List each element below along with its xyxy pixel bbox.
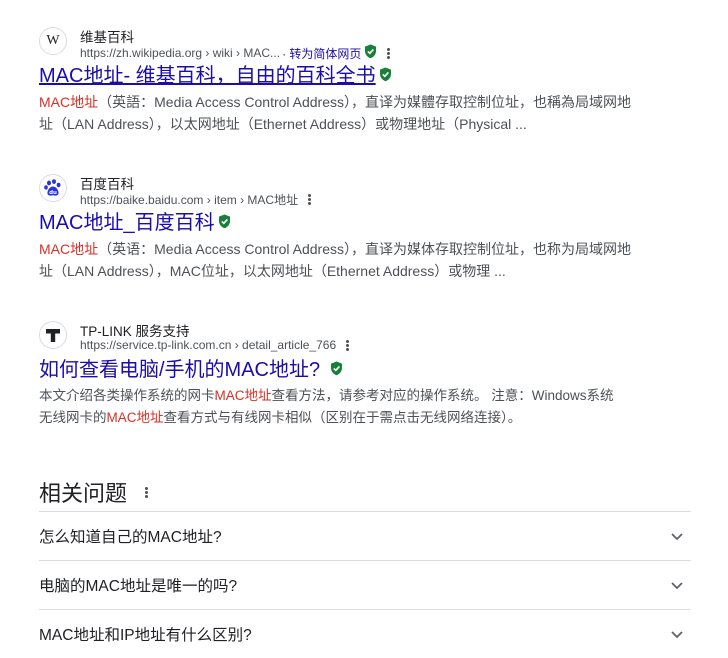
verified-shield-icon <box>379 63 392 89</box>
snippet-highlight: MAC地址 <box>214 388 272 403</box>
baidu-paw-icon: du <box>39 174 67 202</box>
url-breadcrumb: https://service.tp-link.com.cn › detail_… <box>80 338 337 352</box>
verified-shield-icon <box>330 357 343 383</box>
result-source: W 维基百科 https://zh.wikipedia.org › wiki ›… <box>39 27 649 61</box>
url-breadcrumb: https://baike.baidu.com › item › MAC地址 <box>80 193 299 207</box>
result-source: du 百度百科 https://baike.baidu.com › item ›… <box>39 174 649 208</box>
result-title: MAC地址_百度百科 <box>39 210 649 236</box>
site-url: https://service.tp-link.com.cn › detail_… <box>80 338 350 352</box>
snippet-text: （英語：Media Access Control Address），直译为媒體存… <box>98 94 631 110</box>
more-options-icon[interactable] <box>145 486 149 498</box>
question-text: 怎么知道自己的MAC地址? <box>39 529 222 546</box>
snippet-text: 无线网卡的 <box>39 410 107 425</box>
question-text: MAC地址和IP地址有什么区别? <box>39 627 252 644</box>
question-text: 电脑的MAC地址是唯一的吗? <box>39 578 238 595</box>
verified-shield-icon <box>364 44 377 62</box>
site-name: 百度百科 <box>80 177 134 192</box>
site-name: 维基百科 <box>80 30 134 45</box>
result-source: TP-LINK 服务支持 https://service.tp-link.com… <box>39 321 649 355</box>
more-options-icon[interactable] <box>387 47 391 59</box>
svg-text:du: du <box>49 190 57 196</box>
snippet-highlight: MAC地址 <box>39 94 99 110</box>
tplink-icon <box>39 321 67 349</box>
search-result-baidu: du 百度百科 https://baike.baidu.com › item ›… <box>39 174 649 282</box>
snippet-text: 查看方法，请参考对应的操作系统。 注意：Windows系统 <box>271 388 614 403</box>
snippet-text: （英语：Media Access Control Address），直译为媒体存… <box>98 241 631 257</box>
chevron-down-icon <box>671 582 683 590</box>
result-title: MAC地址- 维基百科，自由的百科全书 <box>39 63 649 89</box>
related-question[interactable]: MAC地址和IP地址有什么区别? <box>39 609 691 658</box>
result-snippet: MAC地址（英語：Media Access Control Address），直… <box>39 91 649 135</box>
related-questions: 相关问题 怎么知道自己的MAC地址? 电脑的MAC地址是唯一的吗? MAC地址和… <box>39 474 691 658</box>
result-title-link[interactable]: 如何查看电脑/手机的MAC地址? <box>39 357 320 383</box>
site-url: https://zh.wikipedia.org › wiki › MAC...… <box>80 44 391 62</box>
verified-shield-icon <box>218 210 231 236</box>
snippet-text: 址（LAN Address），MAC位址，以太网地址（Ethernet Addr… <box>39 263 506 279</box>
url-breadcrumb: https://zh.wikipedia.org › wiki › MAC... <box>80 46 281 60</box>
more-options-icon[interactable] <box>308 194 312 205</box>
more-options-icon[interactable] <box>346 339 350 351</box>
chevron-down-icon <box>671 631 683 639</box>
snippet-text: 本文介绍各类操作系统的网卡 <box>39 388 215 403</box>
wikipedia-icon: W <box>39 27 67 55</box>
snippet-highlight: MAC地址 <box>39 241 99 257</box>
snippet-highlight: MAC地址 <box>106 410 164 425</box>
translate-link[interactable]: · 转为简体网页 <box>282 45 361 62</box>
site-name: TP-LINK 服务支持 <box>80 324 190 339</box>
snippet-text: 址（LAN Address），以太网地址（Ethernet Address）或物… <box>39 116 527 132</box>
result-title: 如何查看电脑/手机的MAC地址? <box>39 357 649 383</box>
related-question[interactable]: 电脑的MAC地址是唯一的吗? <box>39 560 691 609</box>
related-questions-header: 相关问题 <box>39 474 691 510</box>
result-snippet: 本文介绍各类操作系统的网卡MAC地址查看方法，请参考对应的操作系统。 注意：Wi… <box>39 385 649 429</box>
site-url: https://baike.baidu.com › item › MAC地址 <box>80 191 312 208</box>
snippet-text: 查看方式与有线网卡相似（区别在于需点击无线网络连接）。 <box>163 410 522 425</box>
result-snippet: MAC地址（英语：Media Access Control Address），直… <box>39 238 649 282</box>
search-result-wikipedia: W 维基百科 https://zh.wikipedia.org › wiki ›… <box>39 27 649 135</box>
result-title-link[interactable]: MAC地址- 维基百科，自由的百科全书 <box>39 63 376 89</box>
search-result-tplink: TP-LINK 服务支持 https://service.tp-link.com… <box>39 321 649 429</box>
related-question[interactable]: 怎么知道自己的MAC地址? <box>39 511 691 560</box>
chevron-down-icon <box>671 533 683 541</box>
related-questions-title: 相关问题 <box>39 481 128 506</box>
result-title-link[interactable]: MAC地址_百度百科 <box>39 210 215 236</box>
